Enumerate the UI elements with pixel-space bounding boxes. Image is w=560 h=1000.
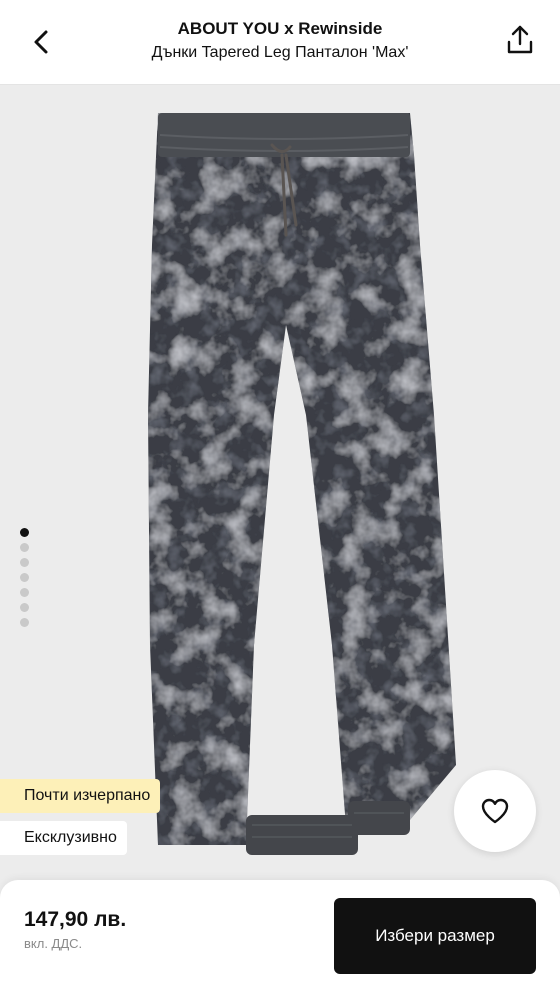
pagination-dot[interactable] xyxy=(20,558,29,567)
low-stock-badge: Почти изчерпано xyxy=(0,779,161,813)
select-size-button[interactable]: Избери размер xyxy=(334,898,536,974)
vat-note: вкл. ДДС. xyxy=(24,936,83,951)
share-button[interactable] xyxy=(498,18,542,62)
product-image[interactable] xyxy=(0,85,560,880)
product-gallery[interactable]: Почти изчерпано Ексклузивно xyxy=(0,85,560,880)
image-pagination xyxy=(20,528,30,633)
purchase-bar: 147,90 лв. вкл. ДДС. Избери размер xyxy=(0,880,560,1000)
pagination-dot[interactable] xyxy=(20,618,29,627)
chevron-left-icon xyxy=(34,30,48,54)
product-title-block: ABOUT YOU x Rewinside Дънки Tapered Leg … xyxy=(80,18,480,64)
share-icon xyxy=(507,25,533,54)
pagination-dot[interactable] xyxy=(20,603,29,612)
wishlist-button[interactable] xyxy=(454,770,536,852)
pants-shape xyxy=(148,113,456,845)
app-header: ABOUT YOU x Rewinside Дънки Tapered Leg … xyxy=(0,0,560,85)
pagination-dot[interactable] xyxy=(20,543,29,552)
pagination-dot[interactable] xyxy=(20,573,29,582)
heart-icon xyxy=(481,798,509,824)
pagination-dot[interactable] xyxy=(20,588,29,597)
product-name: Дънки Tapered Leg Панталон 'Max' xyxy=(151,44,409,61)
back-button[interactable] xyxy=(22,22,62,62)
price: 147,90 лв. xyxy=(24,908,127,931)
pagination-dot[interactable] xyxy=(20,528,29,537)
exclusive-badge: Ексклузивно xyxy=(0,821,127,855)
brand-name: ABOUT YOU x Rewinside xyxy=(177,19,383,38)
